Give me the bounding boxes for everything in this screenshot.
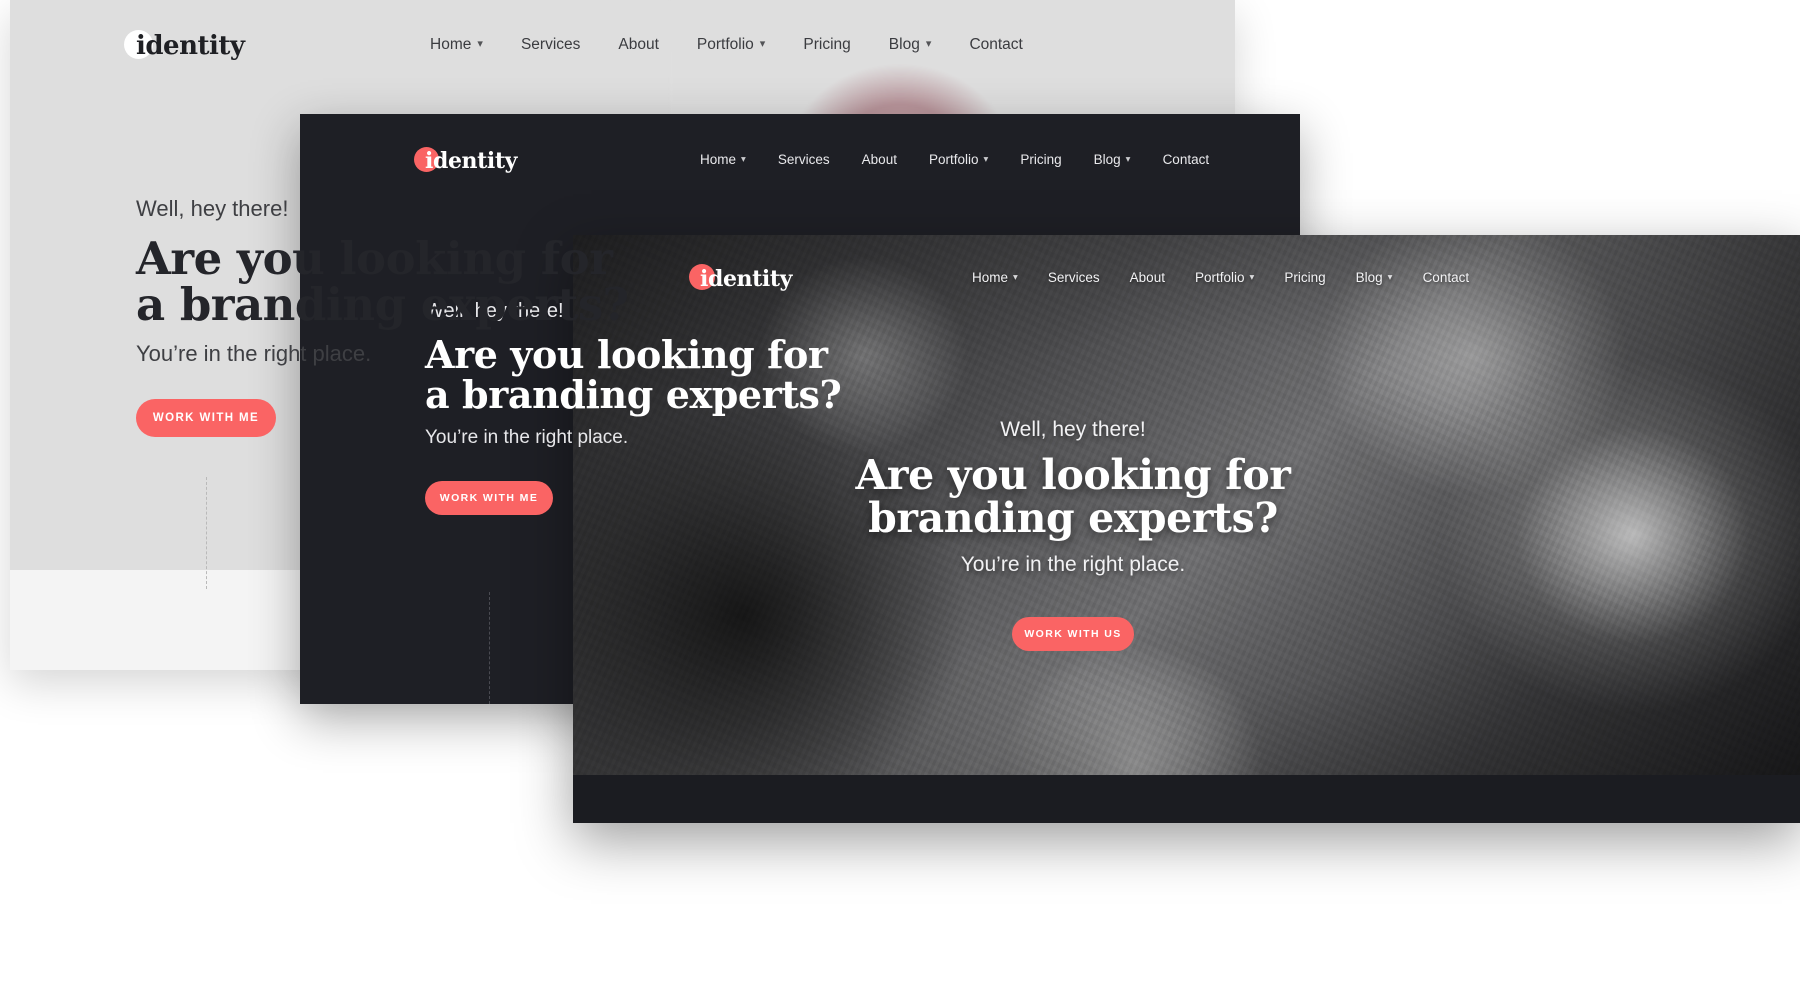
nav-label: Pricing <box>803 36 851 53</box>
chevron-down-icon: ▾ <box>1013 271 1018 283</box>
photo-navigation: Home ▾ Services About Portfolio ▾ Pricin… <box>972 270 1469 285</box>
photo-hero-content: Well, hey there! Are you looking for bra… <box>573 418 1573 651</box>
light-logo-text: identity <box>136 31 245 61</box>
nav-item-home[interactable]: Home ▾ <box>972 270 1018 285</box>
nav-item-home[interactable]: Home ▾ <box>430 36 483 54</box>
chevron-down-icon: ▾ <box>1125 153 1131 165</box>
nav-label: Portfolio <box>1194 270 1245 285</box>
nav-item-portfolio[interactable]: Portfolio ▾ <box>697 36 765 54</box>
nav-label: About <box>1129 270 1165 285</box>
chevron-down-icon: ▾ <box>1249 271 1255 283</box>
nav-item-contact[interactable]: Contact <box>969 36 1022 54</box>
nav-item-about[interactable]: About <box>1130 270 1165 285</box>
hero-title-line1: Are you looking for <box>136 232 613 285</box>
nav-item-services[interactable]: Services <box>521 36 580 54</box>
hero-subtitle: You’re in the right place. <box>960 552 1186 576</box>
nav-item-contact[interactable]: Contact <box>1423 270 1470 285</box>
nav-item-blog[interactable]: Blog ▾ <box>1094 152 1131 167</box>
hero-title-line2: a branding experts? <box>136 277 629 331</box>
nav-item-pricing[interactable]: Pricing <box>1020 152 1061 167</box>
hero-eyebrow: Well, hey there! <box>136 196 289 221</box>
chevron-down-icon: ▾ <box>1387 271 1393 283</box>
nav-item-pricing[interactable]: Pricing <box>803 36 850 54</box>
nav-label: Pricing <box>1284 270 1326 285</box>
work-with-us-button[interactable]: WORK WITH US <box>1012 616 1134 651</box>
nav-label: About <box>861 152 897 167</box>
nav-label: Services <box>777 152 830 167</box>
chevron-down-icon: ▾ <box>983 153 989 165</box>
chevron-down-icon: ▾ <box>477 38 483 51</box>
nav-item-portfolio[interactable]: Portfolio ▾ <box>929 152 988 167</box>
hero-title-line1: Are you looking for <box>855 451 1291 499</box>
nav-label: Contact <box>1162 152 1210 167</box>
nav-label: Portfolio <box>928 152 979 167</box>
photo-logo-text: identity <box>700 266 792 292</box>
nav-item-blog[interactable]: Blog ▾ <box>1356 270 1393 285</box>
nav-item-blog[interactable]: Blog ▾ <box>889 36 932 54</box>
nav-item-services[interactable]: Services <box>778 152 830 167</box>
nav-label: Home <box>430 36 472 53</box>
light-logo[interactable]: identity <box>124 30 245 61</box>
nav-item-contact[interactable]: Contact <box>1163 152 1210 167</box>
dark-logo[interactable]: identity <box>414 147 517 174</box>
nav-item-about[interactable]: About <box>618 36 659 54</box>
chevron-down-icon: ▾ <box>741 153 746 165</box>
nav-label: Pricing <box>1020 152 1062 167</box>
nav-label: Blog <box>1355 270 1383 285</box>
mockup-stage: identity Home ▾ Services About Portfolio… <box>0 0 1800 1002</box>
nav-label: Home <box>972 270 1009 285</box>
hero-title-line2: branding experts? <box>868 494 1278 543</box>
dark-scroll-divider <box>489 592 490 704</box>
dark-navigation: Home ▾ Services About Portfolio ▾ Pricin… <box>700 152 1209 167</box>
nav-label: Blog <box>888 36 920 53</box>
chevron-down-icon: ▾ <box>925 38 932 51</box>
light-navigation: Home ▾ Services About Portfolio ▾ Pricin… <box>430 36 1023 54</box>
hero-subtitle: You’re in the right place. <box>136 340 372 366</box>
nav-label: Services <box>1047 270 1100 285</box>
nav-label: Portfolio <box>696 36 754 53</box>
light-scroll-divider <box>206 477 207 589</box>
nav-label: Blog <box>1093 152 1121 167</box>
nav-label: About <box>618 36 659 53</box>
photo-logo[interactable]: identity <box>689 264 792 292</box>
chevron-down-icon: ▾ <box>759 38 766 51</box>
nav-label: Contact <box>969 36 1023 53</box>
dark-logo-text: identity <box>425 148 517 174</box>
work-with-me-button[interactable]: WORK WITH ME <box>136 398 276 437</box>
nav-item-home[interactable]: Home ▾ <box>700 152 746 167</box>
nav-item-services[interactable]: Services <box>1048 270 1100 285</box>
nav-item-pricing[interactable]: Pricing <box>1284 270 1325 285</box>
nav-label: Home <box>700 152 737 167</box>
hero-eyebrow: Well, hey there! <box>1000 418 1146 441</box>
nav-label: Contact <box>1422 270 1470 285</box>
nav-label: Services <box>520 36 581 53</box>
nav-item-portfolio[interactable]: Portfolio ▾ <box>1195 270 1254 285</box>
nav-item-about[interactable]: About <box>862 152 897 167</box>
light-hero-content: Well, hey there! Are you looking for a b… <box>136 196 629 437</box>
work-with-me-button[interactable]: WORK WITH ME <box>425 480 553 515</box>
photo-bottom-bar <box>573 775 1800 823</box>
